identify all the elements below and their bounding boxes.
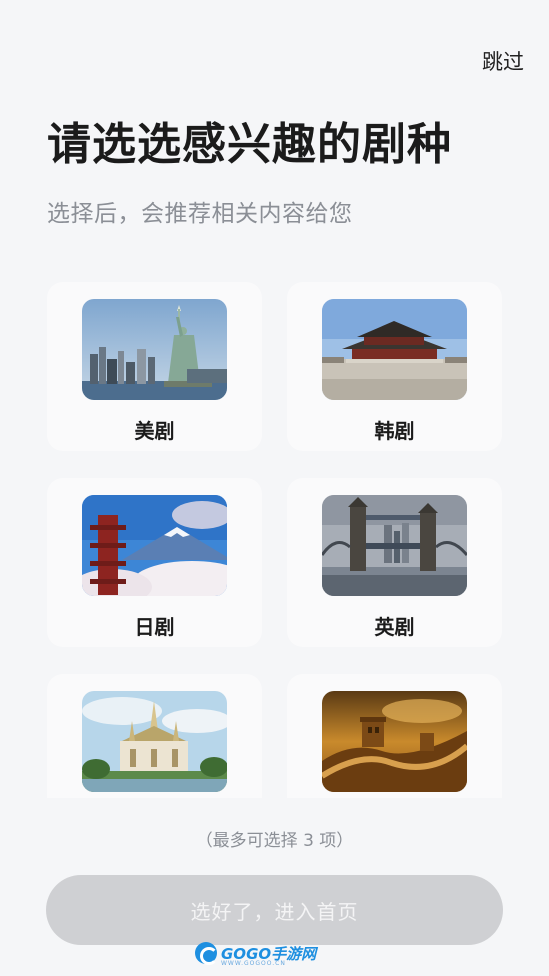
skip-button[interactable]: 跳过	[482, 46, 524, 76]
selection-limit-hint: （最多可选择 3 项）	[195, 831, 354, 851]
tower-bridge-image	[322, 495, 467, 596]
thai-temple-image	[82, 691, 227, 792]
genre-card-th[interactable]	[47, 674, 262, 798]
korean-palace-image	[322, 299, 467, 400]
gogo-logo-icon	[195, 942, 218, 965]
confirm-enter-home-button[interactable]: 选好了，进入首页	[46, 875, 503, 945]
genre-label: 美剧	[134, 419, 175, 443]
genre-label: 日剧	[134, 615, 175, 639]
watermark-url: WWW.GOGOO.CN	[221, 960, 286, 967]
genre-label: 英剧	[374, 615, 415, 639]
genre-card-kr[interactable]: 韩剧	[287, 282, 502, 451]
genre-grid-scroll[interactable]: 美剧 韩剧 日剧 英剧	[0, 280, 549, 798]
genre-card-jp[interactable]: 日剧	[47, 478, 262, 647]
genre-grid: 美剧 韩剧 日剧 英剧	[47, 282, 502, 798]
mount-fuji-image	[82, 495, 227, 596]
genre-card-cn[interactable]	[287, 674, 502, 798]
genre-card-uk[interactable]: 英剧	[287, 478, 502, 647]
page-subtitle: 选择后，会推荐相关内容给您	[47, 201, 353, 227]
genre-card-us[interactable]: 美剧	[47, 282, 262, 451]
great-wall-image	[322, 691, 467, 792]
genre-label: 韩剧	[374, 419, 415, 443]
watermark: GOGO手游网 WWW.GOGOO.CN	[195, 942, 316, 967]
page-title: 请选选感兴趣的剧种	[47, 119, 452, 170]
statue-of-liberty-image	[82, 299, 227, 400]
